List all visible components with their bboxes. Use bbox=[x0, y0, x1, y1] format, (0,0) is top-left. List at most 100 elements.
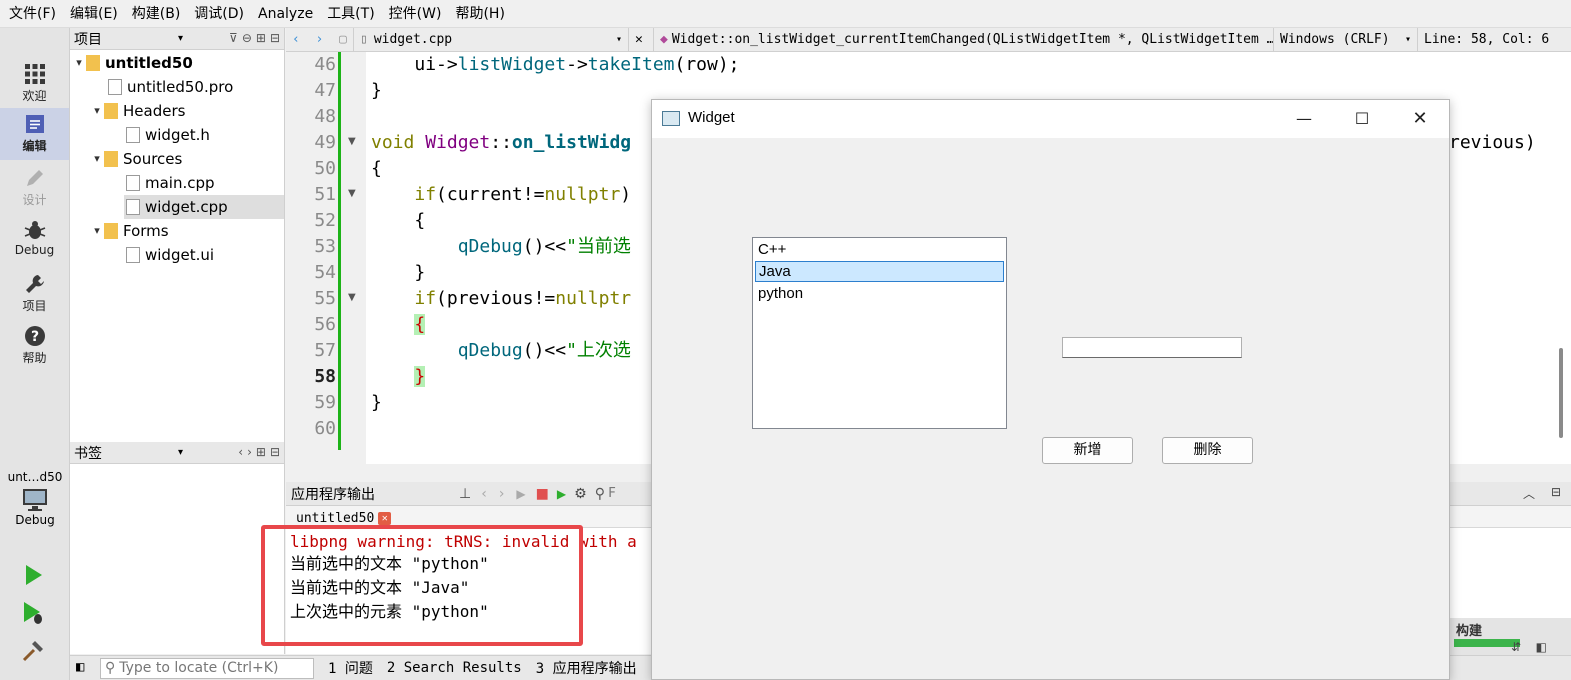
code-line-59: } bbox=[371, 392, 382, 413]
chevron-down-icon[interactable]: ▾ bbox=[90, 147, 104, 171]
tree-item-pro-file[interactable]: untitled50.pro bbox=[108, 75, 233, 99]
chevron-down-icon[interactable]: ▾ bbox=[72, 51, 86, 75]
menu-analyze[interactable]: Analyze bbox=[251, 0, 320, 28]
symbol-selector[interactable]: ◆ Widget::on_listWidget_currentItemChang… bbox=[654, 27, 1274, 52]
expand-icon[interactable]: ⇵ bbox=[1511, 640, 1521, 654]
chevron-down-icon[interactable]: ▾ bbox=[90, 99, 104, 123]
back-icon[interactable]: ‹ bbox=[481, 486, 487, 502]
delete-button[interactable]: 删除 bbox=[1162, 437, 1253, 464]
tree-item-sources[interactable]: ▾ Sources bbox=[90, 147, 182, 171]
list-item-selected[interactable]: Java bbox=[755, 261, 1004, 282]
sidebar-toggle-icon[interactable]: ◧ bbox=[76, 659, 84, 675]
back-icon[interactable]: ‹ bbox=[238, 445, 243, 459]
mode-help[interactable]: ? 帮助 bbox=[0, 320, 69, 372]
list-item[interactable]: python bbox=[755, 283, 1004, 304]
tree-item-project-root[interactable]: ▾ untitled50 bbox=[72, 51, 193, 75]
debug-run-icon[interactable]: ▶ bbox=[557, 487, 566, 501]
list-widget[interactable]: C++ Java python bbox=[752, 237, 1007, 429]
file-selector[interactable]: ▯ widget.cpp ▾ bbox=[354, 27, 629, 52]
mode-projects[interactable]: 项目 bbox=[0, 268, 69, 320]
hammer-icon[interactable] bbox=[20, 638, 46, 664]
fold-arrow-icon[interactable]: ▼ bbox=[348, 292, 356, 303]
close-panel-icon[interactable]: ⊟ bbox=[270, 31, 280, 45]
status-tab-issues[interactable]: 1 问题 bbox=[328, 658, 373, 678]
close-icon[interactable]: ✕ bbox=[1397, 100, 1443, 138]
code-line-54: } bbox=[371, 260, 425, 286]
toggle-icon[interactable]: ◧ bbox=[1536, 640, 1547, 654]
tree-label: Sources bbox=[123, 150, 183, 168]
code-token: } bbox=[414, 262, 426, 283]
line-number: 57 bbox=[314, 340, 336, 361]
menu-build[interactable]: 构建(B) bbox=[125, 0, 188, 28]
maximize-pane-icon[interactable]: ︿ bbox=[1523, 485, 1535, 502]
tree-item-main-cpp[interactable]: main.cpp bbox=[126, 171, 215, 195]
tree-item-widget-h[interactable]: widget.h bbox=[126, 123, 210, 147]
stop-icon[interactable]: ■ bbox=[536, 486, 549, 502]
pro-file-icon bbox=[108, 79, 122, 95]
tree-item-headers[interactable]: ▾ Headers bbox=[90, 99, 185, 123]
text-input[interactable] bbox=[1062, 337, 1242, 358]
menu-file[interactable]: 文件(F) bbox=[2, 0, 63, 28]
editor-vertical-scrollbar[interactable] bbox=[1559, 348, 1563, 438]
mode-welcome[interactable]: 欢迎 bbox=[0, 58, 69, 110]
close-icon[interactable]: ✕ bbox=[378, 511, 392, 525]
code-token: :: bbox=[490, 132, 512, 153]
tree-item-widget-cpp[interactable]: widget.cpp bbox=[124, 195, 284, 219]
menu-help[interactable]: 帮助(H) bbox=[448, 0, 511, 28]
line-number-gutter: 46 47 48 49 50 51 52 53 54 55 56 57 58 5… bbox=[286, 52, 366, 464]
minimize-icon[interactable]: — bbox=[1281, 100, 1327, 138]
attach-icon[interactable]: ⊥ bbox=[459, 486, 471, 502]
line-number: 59 bbox=[314, 392, 336, 413]
split-icon[interactable]: ⊞ bbox=[256, 31, 266, 45]
project-panel-title[interactable]: 项目 bbox=[74, 29, 102, 49]
close-panel-icon[interactable]: ⊟ bbox=[1551, 485, 1561, 499]
back-icon[interactable]: ‹ bbox=[292, 32, 300, 47]
mode-design[interactable]: 设计 bbox=[0, 162, 69, 214]
bookmarks-panel-title[interactable]: 书签 bbox=[74, 443, 102, 463]
function-icon: ◆ bbox=[660, 32, 668, 47]
link-icon[interactable]: ⊖ bbox=[242, 31, 252, 45]
status-tab-app-output[interactable]: 3 应用程序输出 bbox=[536, 658, 637, 678]
settings-icon[interactable]: ⚙ bbox=[574, 486, 587, 502]
mode-debug[interactable]: Debug bbox=[0, 214, 69, 266]
run-icon[interactable] bbox=[20, 562, 46, 588]
split-icon[interactable]: ⊞ bbox=[256, 445, 266, 459]
tree-label: Forms bbox=[123, 222, 169, 240]
forward-icon[interactable]: › bbox=[499, 486, 505, 502]
bookmarks-panel-tools: ‹ › ⊞ ⊟ bbox=[238, 445, 280, 459]
code-token: "当前选 bbox=[566, 236, 631, 257]
tree-item-forms[interactable]: ▾ Forms bbox=[90, 219, 169, 243]
app-window-icon bbox=[662, 111, 680, 126]
chevron-down-icon[interactable]: ▾ bbox=[90, 219, 104, 243]
fold-arrow-icon[interactable]: ▼ bbox=[348, 188, 356, 199]
rerun-icon[interactable]: ▶ bbox=[516, 487, 525, 501]
maximize-icon[interactable]: ☐ bbox=[1339, 100, 1385, 138]
debug-run-icon[interactable] bbox=[20, 600, 46, 626]
menu-tools[interactable]: 工具(T) bbox=[320, 0, 381, 28]
forward-icon[interactable]: › bbox=[247, 445, 252, 459]
menu-debug[interactable]: 调试(D) bbox=[187, 0, 251, 28]
locator-input[interactable]: ⚲ Type to locate (Ctrl+K) bbox=[100, 657, 314, 679]
cursor-position[interactable]: Line: 58, Col: 6 bbox=[1418, 28, 1558, 52]
status-tab-search-results[interactable]: 2 Search Results bbox=[387, 660, 522, 676]
code-token: { bbox=[414, 210, 426, 231]
close-file-button[interactable]: ✕ bbox=[629, 27, 654, 52]
svg-text:?: ? bbox=[30, 329, 38, 345]
chevron-down-icon[interactable]: ▾ bbox=[178, 33, 183, 44]
kit-selector[interactable]: unt…d50 Debug bbox=[2, 470, 68, 527]
line-ending-selector[interactable]: Windows (CRLF) ▾ bbox=[1274, 27, 1418, 52]
menu-edit[interactable]: 编辑(E) bbox=[63, 0, 125, 28]
chevron-down-icon[interactable]: ▾ bbox=[178, 447, 183, 458]
filter-icon[interactable]: ⊽ bbox=[229, 31, 238, 45]
fold-arrow-icon[interactable]: ▼ bbox=[348, 136, 356, 147]
forward-icon[interactable]: › bbox=[315, 32, 323, 47]
window-titlebar[interactable]: Widget — ☐ ✕ bbox=[652, 100, 1449, 138]
menu-widgets[interactable]: 控件(W) bbox=[382, 0, 449, 28]
list-item[interactable]: C++ bbox=[755, 239, 1004, 260]
tree-label: widget.ui bbox=[145, 246, 215, 264]
tree-item-widget-ui[interactable]: widget.ui bbox=[126, 243, 214, 267]
mode-edit[interactable]: 编辑 bbox=[0, 108, 69, 160]
add-button[interactable]: 新增 bbox=[1042, 437, 1133, 464]
close-panel-icon[interactable]: ⊟ bbox=[270, 445, 280, 459]
output-filter[interactable]: F bbox=[608, 486, 616, 501]
